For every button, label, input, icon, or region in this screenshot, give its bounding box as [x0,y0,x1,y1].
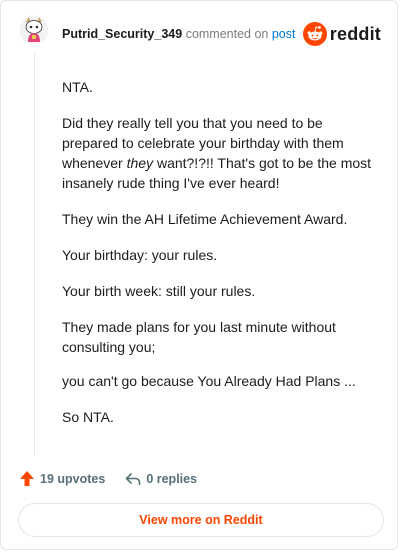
reddit-logo-icon [302,22,327,46]
comment-paragraph: NTA. [62,79,93,95]
comment-paragraph: So NTA. [62,409,114,425]
comment-footer: 19 upvotes 0 replies [19,470,197,487]
comment-paragraph: Did they really tell you that you need t… [62,115,372,191]
comment-paragraph: you can't go because You Already Had Pla… [62,373,356,389]
commented-on-text: commented on [185,27,269,41]
comment-paragraph: Your birth week: still your rules. [62,283,256,299]
upvote-arrow-icon [20,471,34,486]
comment-paragraph: They win the AH Lifetime Achievement Awa… [62,211,348,227]
reddit-brand[interactable]: reddit [302,22,381,46]
post-link[interactable]: post [272,27,296,41]
comment-header: Putrid_Security_349 commented on post [62,27,296,41]
comment-body: NTA. Did they really tell you that you n… [62,77,382,443]
upvote-button[interactable]: 19 upvotes [19,470,105,487]
view-more-on-reddit-button[interactable]: View more on Reddit [18,503,384,537]
reddit-wordmark: reddit [329,23,381,44]
reply-arrow-icon [126,472,141,485]
embedded-comment-card: Putrid_Security_349 commented on post re… [0,0,398,550]
reply-button[interactable]: 0 replies [125,472,197,486]
reply-count: 0 replies [146,471,198,486]
snoo-avatar-icon [19,15,49,45]
comment-paragraph: Your birthday: your rules. [62,247,218,263]
thread-line [34,53,35,455]
avatar[interactable] [19,15,49,45]
upvote-count: 19 upvotes [40,471,106,486]
username-link[interactable]: Putrid_Security_349 [62,27,182,41]
comment-paragraph: They made plans for you last minute with… [62,319,336,355]
